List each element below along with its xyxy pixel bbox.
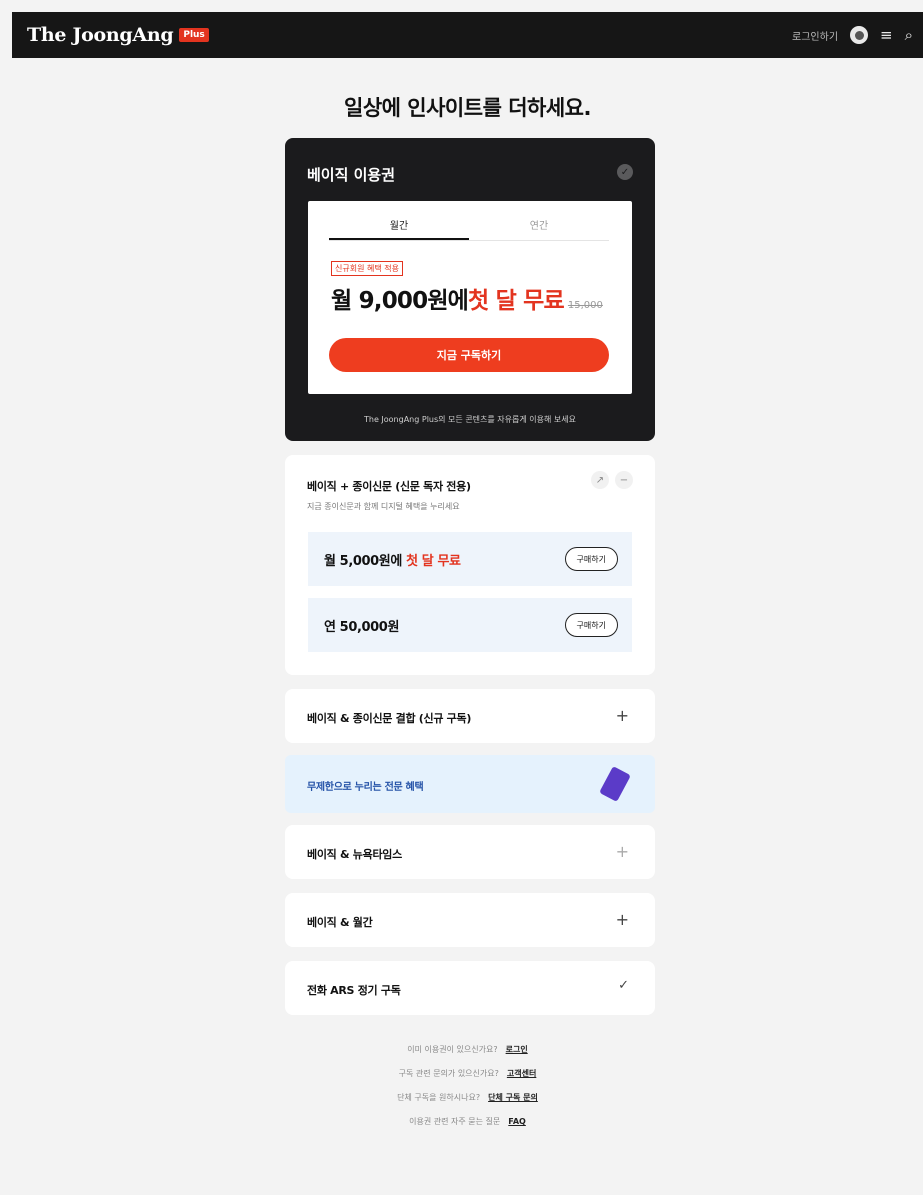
basic-pass-note: The JoongAng Plus의 모든 콘텐츠를 자유롭게 이용해 보세요	[363, 415, 576, 424]
menu-icon[interactable]: ≡	[880, 26, 893, 44]
logo-text: The JoongAng	[27, 24, 174, 46]
top-navigation-bar: The JoongAng Plus 로그인하기 ≡ ⌕	[12, 12, 923, 58]
newspaper-bundle-desc: 지금 종이신문과 함께 디지털 혜택을 누리세요	[307, 502, 460, 511]
footer-text: 이미 이용권이 있으신가요?	[407, 1045, 498, 1054]
bundle-option-yearly: 연 50,000원 구매하기	[308, 598, 632, 652]
accordion-newspaper-new[interactable]: 베이직 & 종이신문 결합 (신규 구독) +	[285, 689, 655, 743]
footer-text: 이용권 관련 자주 묻는 질문	[409, 1117, 501, 1126]
share-icon[interactable]: ↗	[591, 471, 609, 489]
footer-line: 단체 구독을 원하시나요? 단체 구독 문의	[12, 1092, 923, 1103]
plan-tabs: 월간 연간	[329, 214, 609, 241]
top-actions: 로그인하기 ≡ ⌕	[792, 26, 913, 44]
footer-text: 구독 관련 문의가 있으신가요?	[398, 1069, 499, 1078]
search-icon[interactable]: ⌕	[905, 26, 913, 44]
tab-yearly[interactable]: 연간	[469, 214, 609, 240]
footer-link-login[interactable]: 로그인	[506, 1045, 528, 1054]
bundle-controls: ↗ −	[591, 471, 633, 489]
tab-monthly[interactable]: 월간	[329, 214, 469, 240]
promo-tag: 신규회원 혜택 적용	[331, 261, 403, 276]
login-link[interactable]: 로그인하기	[792, 28, 838, 43]
footer-text: 단체 구독을 원하시나요?	[397, 1093, 481, 1102]
accordion-ars[interactable]: 전화 ARS 정기 구독 ✓	[285, 961, 655, 1015]
buy-monthly-button[interactable]: 구매하기	[564, 547, 618, 571]
basic-pass-card: 베이직 이용권 ✓ 월간 연간 신규회원 혜택 적용 월 9,000원에첫 달 …	[285, 138, 655, 441]
price-original: 15,000	[567, 300, 603, 311]
expand-icon[interactable]: +	[616, 706, 629, 725]
footer-link-support[interactable]: 고객센터	[507, 1069, 536, 1078]
footer-line: 이용권 관련 자주 묻는 질문 FAQ	[12, 1116, 923, 1127]
page-headline: 일상에 인사이트를 더하세요.	[344, 96, 591, 120]
plan-price: 월 9,000원에첫 달 무료 15,000	[331, 281, 603, 315]
accordion-title: 전화 ARS 정기 구독	[307, 984, 401, 997]
newspaper-bundle-card: 베이직 + 종이신문 (신문 독자 전용) ↗ − 지금 종이신문과 함께 디지…	[285, 455, 655, 675]
benefit-banner-text: 무제한으로 누리는 전문 혜택	[307, 782, 424, 793]
price-highlight: 첫 달 무료	[468, 288, 565, 314]
collapse-icon[interactable]: −	[615, 471, 633, 489]
check-icon[interactable]: ✓	[617, 164, 633, 180]
accordion-monthly[interactable]: 베이직 & 월간 +	[285, 893, 655, 947]
subscribe-button[interactable]: 지금 구독하기	[329, 338, 609, 372]
accordion-title: 베이직 & 종이신문 결합 (신규 구독)	[307, 712, 472, 725]
option-price-prefix: 연 50,000원	[324, 619, 400, 635]
expand-icon[interactable]: +	[616, 842, 629, 861]
footer-line: 구독 관련 문의가 있으신가요? 고객센터	[12, 1068, 923, 1079]
price-prefix: 월 9,000원에	[331, 288, 469, 314]
avatar[interactable]	[850, 26, 869, 44]
option-price-prefix: 월 5,000원에	[324, 553, 402, 569]
user-icon	[854, 30, 864, 40]
basic-pass-title: 베이직 이용권	[307, 166, 396, 184]
footer-link-faq[interactable]: FAQ	[508, 1117, 526, 1126]
logo-plus-badge: Plus	[179, 28, 209, 42]
accordion-title: 베이직 & 월간	[307, 916, 373, 929]
option-price: 월 5,000원에 첫 달 무료	[324, 550, 461, 569]
card-icon	[599, 766, 631, 802]
newspaper-bundle-title: 베이직 + 종이신문 (신문 독자 전용)	[307, 480, 471, 493]
option-price: 연 50,000원	[324, 616, 399, 635]
expand-icon[interactable]: +	[616, 910, 629, 929]
buy-yearly-button[interactable]: 구매하기	[564, 613, 618, 637]
option-price-highlight: 첫 달 무료	[406, 553, 461, 569]
accordion-nytimes[interactable]: 베이직 & 뉴욕타임스 +	[285, 825, 655, 879]
basic-pass-plan-panel: 월간 연간 신규회원 혜택 적용 월 9,000원에첫 달 무료 15,000 지…	[308, 201, 632, 394]
accordion-title: 베이직 & 뉴욕타임스	[307, 848, 402, 861]
footer-link-group[interactable]: 단체 구독 문의	[488, 1093, 538, 1102]
footer-line: 이미 이용권이 있으신가요? 로그인	[12, 1044, 923, 1055]
check-icon[interactable]: ✓	[618, 978, 629, 993]
benefit-banner[interactable]: 무제한으로 누리는 전문 혜택	[285, 755, 655, 813]
site-logo[interactable]: The JoongAng Plus	[27, 24, 209, 46]
bundle-option-monthly: 월 5,000원에 첫 달 무료 구매하기	[308, 532, 632, 586]
